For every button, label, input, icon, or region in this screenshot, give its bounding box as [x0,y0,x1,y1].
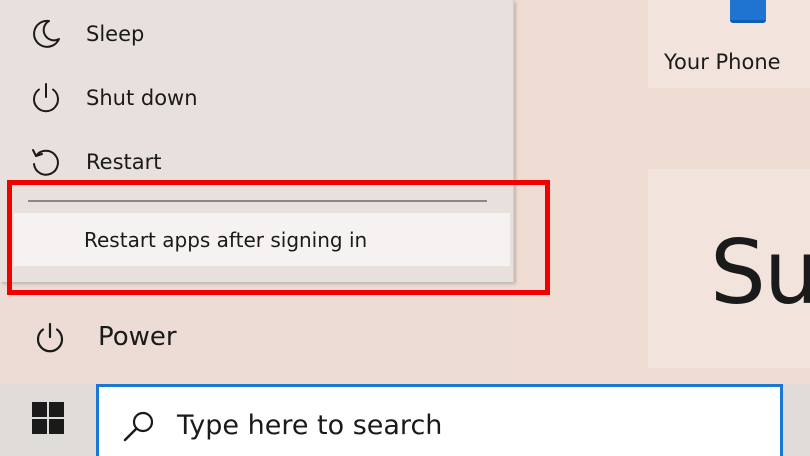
start-menu-screen: Your Phone Sun Power Sleep [0,0,810,456]
menu-item-sleep[interactable]: Sleep [0,6,513,62]
tile-weather-label: Sun [710,221,810,324]
windows-logo-icon [31,401,65,439]
phone-app-icon [730,0,766,23]
menu-item-restart[interactable]: Restart [0,134,513,190]
power-rail-label: Power [98,322,177,352]
tile-your-phone-label: Your Phone [664,50,781,74]
tile-weather[interactable]: Sun [648,169,810,368]
restart-apps-option[interactable]: Restart apps after signing in [14,213,510,266]
menu-divider [28,200,487,202]
power-icon [30,318,70,358]
start-button[interactable] [0,384,96,456]
power-flyout-menu: Sleep Shut down Restart Restart apps aft… [0,0,514,282]
taskbar-search-box[interactable]: Type here to search [96,384,783,456]
menu-item-restart-label: Restart [86,150,162,174]
moon-icon [28,16,64,52]
start-left-rail [0,282,512,384]
menu-item-sleep-label: Sleep [86,22,145,46]
tile-your-phone[interactable]: Your Phone [648,0,810,88]
search-icon [119,407,159,447]
menu-item-shut-down-label: Shut down [86,86,198,110]
restart-apps-option-label: Restart apps after signing in [84,227,368,252]
power-icon [28,80,64,116]
menu-item-shut-down[interactable]: Shut down [0,70,513,126]
search-placeholder: Type here to search [177,410,443,441]
restart-icon [28,144,64,180]
